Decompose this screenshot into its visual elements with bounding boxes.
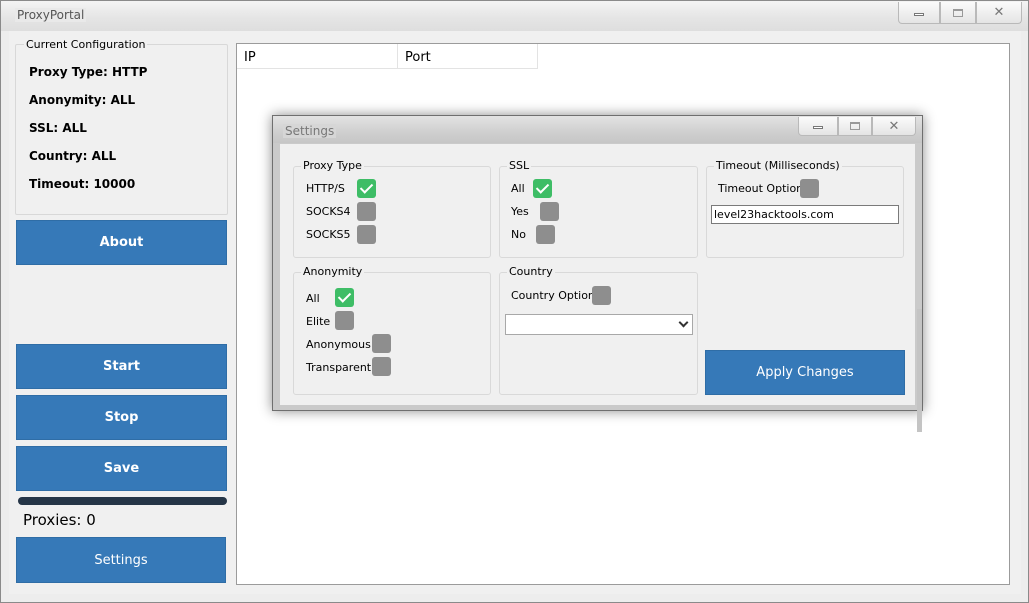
settings-dialog: Settings ✕ Proxy Type HTTP/S SOCKS4 SOCK…: [272, 115, 923, 432]
proxy-type-socks5-label: SOCKS5: [306, 228, 351, 241]
proxy-type-socks5-checkbox[interactable]: [357, 225, 376, 244]
minimize-button[interactable]: [898, 2, 940, 24]
anonymity-group: Anonymity All Elite Anonymous Transparen…: [293, 265, 491, 395]
current-configuration-group: Current Configuration Proxy Type: HTTP A…: [15, 38, 228, 215]
config-ssl: SSL: ALL: [29, 121, 87, 135]
settings-body: Proxy Type HTTP/S SOCKS4 SOCKS5 SSL All …: [280, 144, 922, 432]
proxy-type-http-label: HTTP/S: [306, 182, 345, 195]
timeout-group: Timeout (Milliseconds) Timeout Option: [706, 159, 904, 258]
anonymity-transparent-label: Transparent: [306, 361, 372, 374]
proxies-count: Proxies: 0: [23, 511, 96, 529]
config-anonymity: Anonymity: ALL: [29, 93, 136, 107]
country-option-checkbox[interactable]: [592, 286, 611, 305]
window-title: ProxyPortal: [15, 8, 87, 22]
maximize-icon: [953, 8, 963, 17]
anonymity-elite-label: Elite: [306, 315, 331, 328]
country-option-label: Country Option: [511, 289, 595, 302]
ssl-no-label: No: [511, 228, 526, 241]
ssl-yes-label: Yes: [511, 205, 529, 218]
settings-title-bar[interactable]: Settings ✕: [273, 116, 922, 143]
chevron-down-icon: [678, 317, 689, 328]
ssl-no-checkbox[interactable]: [536, 225, 555, 244]
apply-changes-button[interactable]: Apply Changes: [705, 350, 905, 395]
timeout-option-checkbox[interactable]: [800, 179, 819, 198]
anonymity-anonymous-checkbox[interactable]: [372, 334, 391, 353]
column-header-port[interactable]: Port: [398, 44, 538, 69]
config-timeout: Timeout: 10000: [29, 177, 136, 191]
start-button[interactable]: Start: [16, 344, 227, 389]
close-icon: ✕: [888, 118, 900, 134]
stop-button[interactable]: Stop: [16, 395, 227, 440]
settings-title: Settings: [283, 124, 337, 138]
timeout-option-label: Timeout Option: [718, 182, 804, 195]
maximize-icon: [850, 122, 860, 130]
close-icon: ✕: [993, 5, 1005, 20]
settings-close-button[interactable]: ✕: [872, 117, 916, 136]
settings-window-controls: ✕: [798, 117, 916, 136]
anonymity-elite-checkbox[interactable]: [335, 311, 354, 330]
settings-minimize-button[interactable]: [798, 117, 838, 136]
title-bar[interactable]: ProxyPortal ✕: [1, 1, 1028, 31]
config-proxy-type: Proxy Type: HTTP: [29, 65, 148, 79]
anonymity-transparent-checkbox[interactable]: [372, 357, 391, 376]
settings-maximize-button[interactable]: [838, 117, 872, 136]
country-select[interactable]: [505, 314, 693, 335]
about-button[interactable]: About: [16, 220, 227, 265]
ssl-all-label: All: [511, 182, 525, 195]
close-button[interactable]: ✕: [976, 2, 1022, 24]
ssl-all-checkbox[interactable]: [533, 179, 552, 198]
column-header-ip[interactable]: IP: [237, 44, 398, 69]
country-group: Country Country Option: [499, 265, 698, 395]
maximize-button[interactable]: [940, 2, 976, 24]
proxy-type-legend: Proxy Type: [301, 159, 364, 172]
scrollbar[interactable]: [917, 309, 922, 432]
anonymity-legend: Anonymity: [301, 265, 365, 278]
list-header: IP Port: [237, 44, 538, 69]
ssl-yes-checkbox[interactable]: [540, 202, 559, 221]
progress-bar: [18, 497, 227, 505]
anonymity-anonymous-label: Anonymous: [306, 338, 371, 351]
proxy-type-socks4-label: SOCKS4: [306, 205, 351, 218]
anonymity-all-label: All: [306, 292, 320, 305]
minimize-icon: [914, 12, 924, 16]
settings-button[interactable]: Settings: [16, 537, 226, 583]
proxy-type-socks4-checkbox[interactable]: [357, 202, 376, 221]
current-configuration-legend: Current Configuration: [24, 38, 148, 51]
timeout-legend: Timeout (Milliseconds): [714, 159, 842, 172]
proxy-type-http-checkbox[interactable]: [357, 179, 376, 198]
anonymity-all-checkbox[interactable]: [335, 288, 354, 307]
window-controls: ✕: [898, 2, 1022, 24]
save-button[interactable]: Save: [16, 446, 227, 491]
config-country: Country: ALL: [29, 149, 117, 163]
ssl-group: SSL All Yes No: [499, 159, 698, 258]
minimize-icon: [813, 126, 823, 129]
ssl-legend: SSL: [507, 159, 532, 172]
country-legend: Country: [507, 265, 555, 278]
proxy-type-group: Proxy Type HTTP/S SOCKS4 SOCKS5: [293, 159, 491, 258]
timeout-input[interactable]: [711, 205, 899, 224]
